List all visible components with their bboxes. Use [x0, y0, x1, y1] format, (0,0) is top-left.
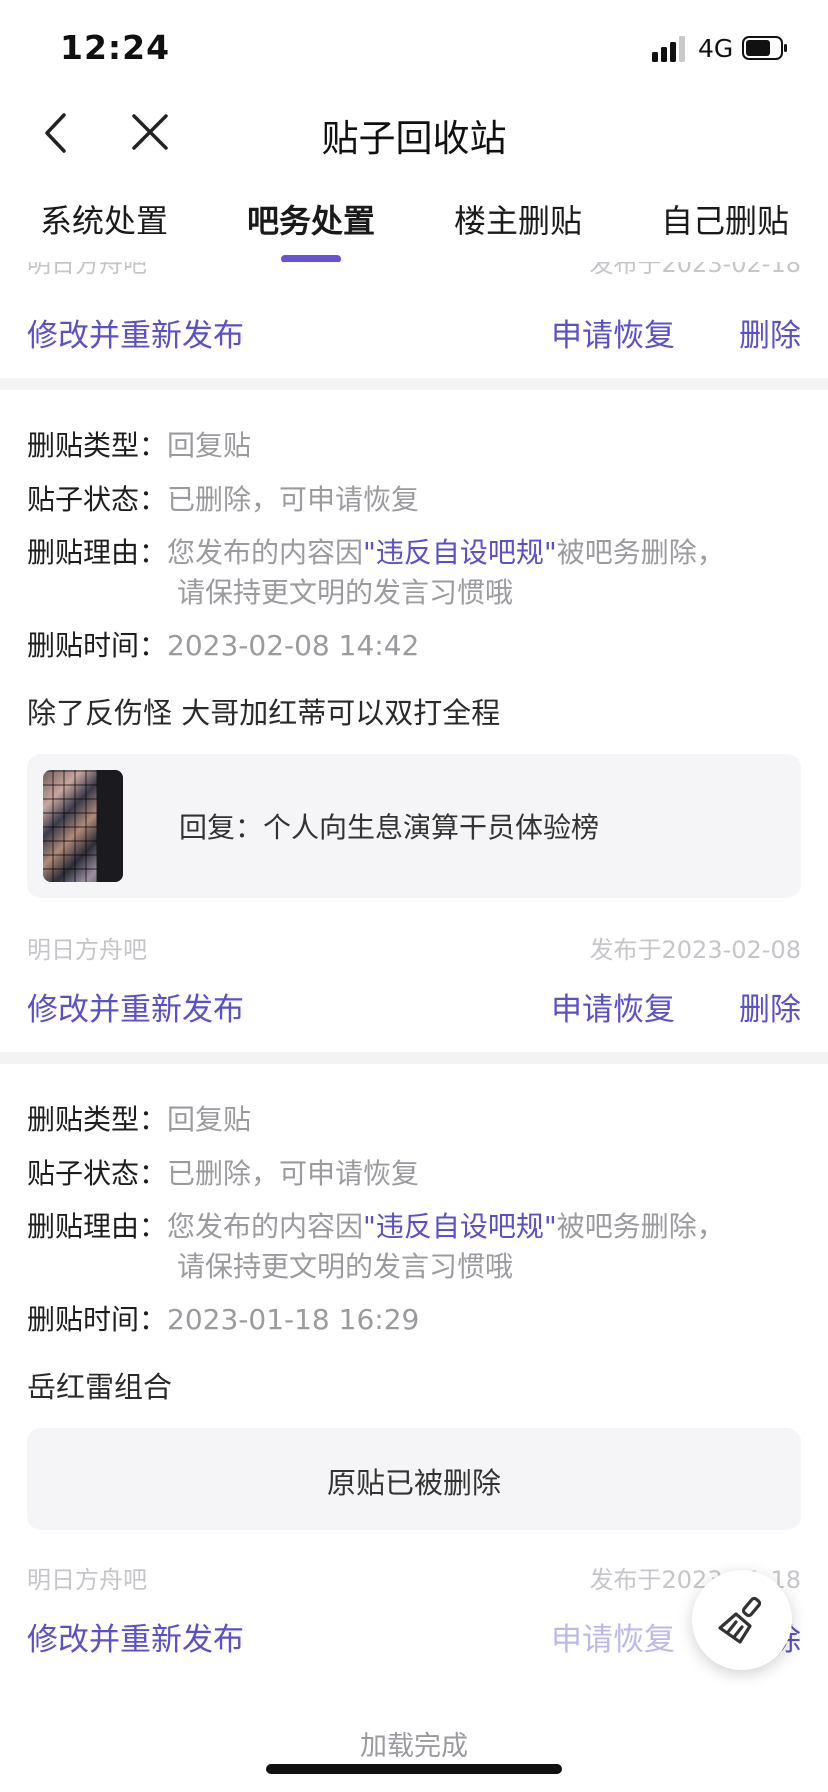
republish-button[interactable]: 修改并重新发布 — [27, 1614, 244, 1659]
post-card: 删贴类型：回复贴 贴子状态：已删除，可申请恢复 删贴理由：您发布的内容因"违反自… — [0, 390, 828, 1052]
reason-text: 您发布的内容因 — [167, 536, 364, 569]
delete-time-value: 2023-02-08 14:42 — [167, 629, 420, 662]
delete-type-row: 删贴类型：回复贴 — [27, 1098, 801, 1138]
quoted-post: 原贴已被删除 — [27, 1428, 801, 1530]
republish-button[interactable]: 修改并重新发布 — [27, 984, 244, 1029]
delete-time-row: 删贴时间：2023-01-18 16:29 — [27, 1298, 801, 1338]
delete-type-label: 删贴类型： — [27, 429, 168, 462]
reason-text-line2: 请保持更文明的发言习惯哦 — [177, 1250, 514, 1283]
forum-name[interactable]: 明日方舟吧 — [27, 1560, 147, 1595]
restore-button[interactable]: 申请恢复 — [551, 984, 675, 1029]
post-status-value: 已删除，可申请恢复 — [167, 1157, 420, 1190]
delete-reason-row: 删贴理由：您发布的内容因"违反自设吧规"被吧务删除， — [27, 531, 801, 571]
delete-reason-label: 删贴理由： — [27, 1210, 168, 1243]
status-time: 12:24 — [60, 28, 171, 67]
delete-time-row: 删贴时间：2023-02-08 14:42 — [27, 624, 801, 664]
rule-link[interactable]: "违反自设吧规" — [363, 536, 557, 569]
delete-reason-row: 删贴理由：您发布的内容因"违反自设吧规"被吧务删除， — [27, 1205, 801, 1245]
tab-owner-delete[interactable]: 楼主删贴 — [454, 196, 582, 242]
delete-button[interactable]: 删除 — [739, 984, 801, 1029]
delete-time-label: 删贴时间： — [27, 1303, 168, 1336]
page-title: 贴子回收站 — [321, 117, 507, 160]
divider — [0, 1052, 828, 1064]
publish-date: 发布于2023-02-18 — [589, 262, 801, 278]
reason-text: 您发布的内容因 — [167, 1210, 364, 1243]
restore-button[interactable]: 申请恢复 — [551, 310, 675, 355]
quoted-post-deleted: 原贴已被删除 — [326, 1466, 501, 1500]
post-status-value: 已删除，可申请恢复 — [167, 483, 420, 516]
forum-name[interactable]: 明日方舟吧 — [27, 930, 147, 965]
post-status-label: 贴子状态： — [27, 483, 168, 516]
rule-link[interactable]: "违反自设吧规" — [363, 1210, 557, 1243]
home-indicator[interactable] — [266, 1764, 562, 1774]
delete-reason-line2: 请保持更文明的发言习惯哦 — [177, 571, 801, 611]
battery-icon — [742, 36, 787, 60]
reason-text-suffix: 被吧务删除， — [556, 536, 725, 569]
republish-button[interactable]: 修改并重新发布 — [27, 310, 244, 355]
reason-text-suffix: 被吧务删除， — [556, 1210, 725, 1243]
delete-type-row: 删贴类型：回复贴 — [27, 424, 801, 464]
publish-date: 发布于2023-02-08 — [589, 936, 801, 964]
delete-type-value: 回复贴 — [167, 1103, 252, 1136]
quoted-post[interactable]: 回复：个人向生息演算干员体验榜 — [27, 754, 801, 898]
delete-time-label: 删贴时间： — [27, 629, 168, 662]
thumbnail-image — [43, 770, 123, 882]
post-card-partial: 明日方舟吧 发布于2023-02-18 修改并重新发布 申请恢复 删除 — [0, 262, 828, 378]
forum-name[interactable]: 明日方舟吧 — [27, 262, 147, 279]
quoted-post-title: 回复：个人向生息演算干员体验榜 — [179, 811, 600, 844]
tab-admin[interactable]: 吧务处置 — [247, 196, 375, 242]
delete-type-value: 回复贴 — [167, 429, 252, 462]
post-status-row: 贴子状态：已删除，可申请恢复 — [27, 478, 801, 518]
divider — [0, 378, 828, 390]
clean-fab-button[interactable] — [692, 1570, 792, 1670]
post-status-label: 贴子状态： — [27, 1157, 168, 1190]
delete-reason-line2: 请保持更文明的发言习惯哦 — [177, 1245, 801, 1285]
reason-text-line2: 请保持更文明的发言习惯哦 — [177, 576, 514, 609]
delete-time-value: 2023-01-18 16:29 — [167, 1303, 420, 1336]
delete-reason-label: 删贴理由： — [27, 536, 168, 569]
post-content[interactable]: 除了反伤怪 大哥加红蒂可以双打全程 — [27, 690, 500, 732]
broom-icon — [718, 1596, 762, 1644]
delete-button[interactable]: 删除 — [739, 310, 801, 355]
delete-type-label: 删贴类型： — [27, 1103, 168, 1136]
post-content[interactable]: 岳红雷组合 — [27, 1364, 172, 1406]
tab-system[interactable]: 系统处置 — [40, 196, 168, 242]
network-type: 4G — [698, 34, 734, 63]
load-complete-text: 加载完成 — [360, 1731, 468, 1762]
signal-icon — [652, 36, 685, 62]
tab-self-delete[interactable]: 自己删贴 — [661, 196, 789, 242]
restore-button[interactable]: 申请恢复 — [551, 1614, 675, 1659]
post-list[interactable]: 明日方舟吧 发布于2023-02-18 修改并重新发布 申请恢复 删除 删贴类型… — [0, 262, 828, 1692]
post-status-row: 贴子状态：已删除，可申请恢复 — [27, 1152, 801, 1192]
